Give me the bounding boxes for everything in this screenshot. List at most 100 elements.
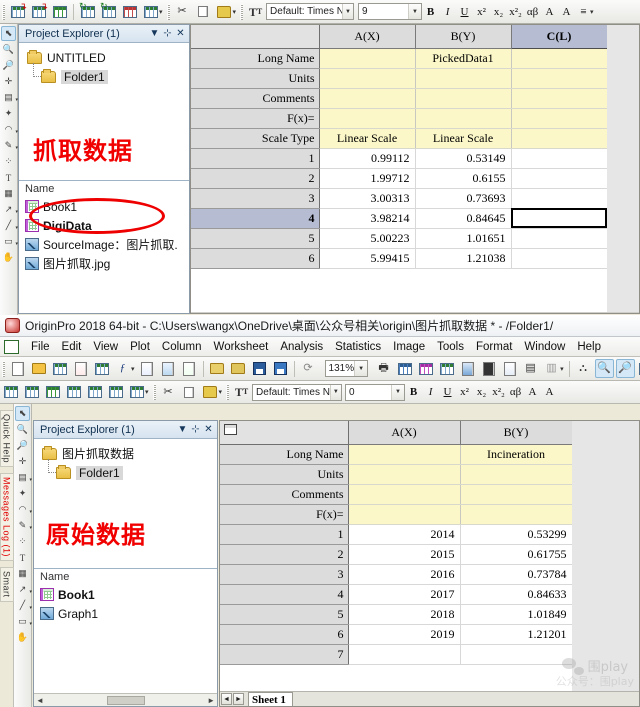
- toolbar-grip[interactable]: [2, 3, 5, 20]
- zoom-in-icon[interactable]: 🔍: [1, 42, 16, 57]
- italic-button[interactable]: I: [439, 3, 456, 20]
- new-excel-icon[interactable]: [180, 359, 199, 378]
- row-header[interactable]: 5: [220, 603, 349, 625]
- rect-icon[interactable]: ▭ ▾: [1, 234, 18, 249]
- screen-reader-icon[interactable]: ✛: [15, 454, 30, 469]
- mask-icon[interactable]: [500, 359, 519, 378]
- annotation-icon[interactable]: ✎ ▾: [15, 518, 32, 533]
- data-cell[interactable]: 0.84633: [460, 584, 573, 605]
- data-cell[interactable]: 0.73784: [460, 564, 573, 585]
- meta-label-scale-type[interactable]: Scale Type: [191, 127, 320, 149]
- import-icon[interactable]: [395, 359, 414, 378]
- annotation-icon[interactable]: ✎ ▾: [1, 138, 18, 153]
- bold-button[interactable]: B: [422, 3, 439, 20]
- mask-icon[interactable]: ✦: [15, 486, 30, 501]
- menu-statistics[interactable]: Statistics: [329, 339, 387, 355]
- arrow-icon[interactable]: ↗ ▾: [1, 202, 18, 217]
- new-worksheet-icon[interactable]: [1, 383, 20, 402]
- active-cell-c4[interactable]: [511, 208, 608, 229]
- zoom-out-icon[interactable]: 🔎: [1, 58, 16, 73]
- new-layout-icon[interactable]: [138, 359, 157, 378]
- hand-icon[interactable]: ✋: [15, 630, 30, 645]
- open-project-icon[interactable]: [208, 359, 227, 378]
- row-header[interactable]: 1: [220, 523, 349, 545]
- data-cell[interactable]: 1.01849: [460, 604, 573, 625]
- scatter-icon[interactable]: ⁘: [15, 534, 30, 549]
- meta-cell[interactable]: [511, 68, 608, 89]
- column-header-b[interactable]: B(Y): [415, 25, 512, 49]
- superscript-button[interactable]: x²: [456, 384, 473, 401]
- sheet-tab-sheet1[interactable]: Sheet 1: [248, 692, 293, 706]
- screen-reader-icon[interactable]: ✛: [1, 74, 16, 89]
- toolbar-grip[interactable]: [152, 384, 156, 400]
- data-cell[interactable]: [511, 188, 608, 209]
- zoom-combo[interactable]: 131% ▼: [324, 360, 369, 377]
- decrease-font-button[interactable]: A: [558, 3, 575, 20]
- meta-label-fx[interactable]: F(x)=: [220, 503, 349, 525]
- row-header[interactable]: 2: [191, 167, 320, 189]
- paste-icon[interactable]: [201, 383, 220, 402]
- underline-button[interactable]: U: [439, 384, 456, 401]
- chevron-down-icon[interactable]: ▼: [354, 361, 368, 376]
- toolbar-grip[interactable]: [226, 384, 230, 400]
- add-sheet-icon[interactable]: ↻: [78, 2, 97, 21]
- list-item[interactable]: Book1: [19, 197, 189, 216]
- duplicate-icon[interactable]: [127, 383, 146, 402]
- menu-tools[interactable]: Tools: [431, 339, 470, 355]
- scroll-right-arrow[interactable]: ►: [207, 696, 215, 705]
- new-workbook-icon[interactable]: [50, 359, 69, 378]
- row-header[interactable]: 2: [220, 543, 349, 565]
- data-cell[interactable]: 0.73693: [415, 188, 512, 209]
- row-header[interactable]: 5: [191, 227, 320, 249]
- zoom-in-icon[interactable]: 🔍: [15, 422, 30, 437]
- copy-icon[interactable]: [180, 383, 199, 402]
- meta-cell[interactable]: [348, 484, 461, 505]
- scroll-left-arrow[interactable]: ◄: [36, 696, 44, 705]
- chevron-down-icon[interactable]: ▼: [391, 384, 405, 400]
- menu-format[interactable]: Format: [470, 339, 518, 355]
- list-item-book1[interactable]: Book1: [34, 585, 217, 604]
- menu-file[interactable]: File: [25, 339, 56, 355]
- new-workbook-icon[interactable]: [22, 383, 41, 402]
- column-header-c[interactable]: C(L): [511, 25, 608, 49]
- meta-label-units[interactable]: Units: [220, 463, 349, 485]
- tree-node-root[interactable]: 图片抓取数据: [42, 444, 217, 463]
- greek-button[interactable]: αβ: [524, 3, 541, 20]
- row-header[interactable]: 3: [191, 187, 320, 209]
- data-cell[interactable]: 2018: [348, 604, 461, 625]
- data-cell[interactable]: 1.01651: [415, 228, 512, 249]
- pin-icon[interactable]: ⊹: [189, 424, 202, 435]
- meta-cell[interactable]: [511, 108, 608, 129]
- list-item[interactable]: SourceImage：图片抓取.: [19, 235, 189, 254]
- row-header[interactable]: 6: [220, 623, 349, 645]
- add-columns-icon[interactable]: ↻: [99, 2, 118, 21]
- data-cell[interactable]: [348, 644, 461, 665]
- data-cell[interactable]: 0.61755: [460, 544, 573, 565]
- increase-font-button[interactable]: A: [524, 384, 541, 401]
- refresh-icon[interactable]: ⟳: [299, 359, 318, 378]
- data-cell[interactable]: 5.99415: [319, 248, 416, 269]
- new-project-icon[interactable]: [8, 359, 27, 378]
- meta-cell[interactable]: [348, 444, 461, 465]
- pointer-icon[interactable]: ⬉: [15, 406, 30, 421]
- meta-label-units[interactable]: Units: [191, 67, 320, 89]
- data-cell[interactable]: 2019: [348, 624, 461, 645]
- arrow-icon[interactable]: ↗ ▾: [15, 582, 32, 597]
- tab-messages-log[interactable]: Messages Log (1): [0, 473, 14, 562]
- pin-icon[interactable]: ⊹: [161, 28, 174, 39]
- table-icon[interactable]: ▦: [1, 186, 16, 201]
- text-icon[interactable]: T: [15, 550, 30, 565]
- meta-label-long-name[interactable]: Long Name: [220, 443, 349, 465]
- paste-icon[interactable]: [215, 2, 234, 21]
- new-matrix-icon[interactable]: [92, 359, 111, 378]
- rect-icon[interactable]: ▭ ▾: [15, 614, 32, 629]
- chevron-down-icon[interactable]: ▼: [408, 4, 422, 19]
- toolbar-grip[interactable]: [240, 3, 244, 20]
- cut-icon[interactable]: ✂: [159, 383, 178, 402]
- chevron-down-icon[interactable]: ▼: [148, 28, 161, 39]
- data-cell[interactable]: 3.00313: [319, 188, 416, 209]
- data-cell[interactable]: [511, 228, 608, 249]
- meta-cell[interactable]: [319, 48, 416, 69]
- import-wizard-icon[interactable]: [416, 359, 435, 378]
- meta-cell[interactable]: [460, 484, 573, 505]
